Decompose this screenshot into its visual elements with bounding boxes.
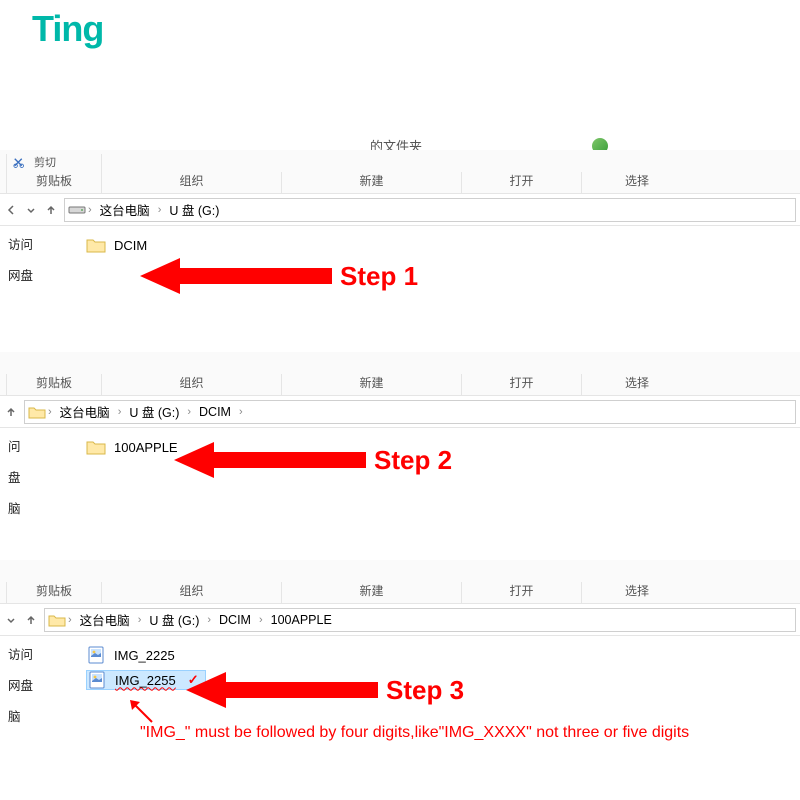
breadcrumb-box-3[interactable]: › 这台电脑 › U 盘 (G:) › DCIM › 100APPLE [44, 608, 796, 632]
navtree-3: 访问 网盘 脑 [0, 636, 62, 741]
folder-dcim[interactable]: DCIM [86, 236, 800, 254]
ribbon-1: 剪切 剪贴板 组织 新建 打开 选择 [0, 150, 800, 194]
crumb-dcim[interactable]: DCIM [193, 405, 237, 419]
file-img-2255[interactable]: IMG_2255 ✓ [86, 670, 206, 690]
ribbon-organize-label-3: 组织 [179, 584, 203, 598]
ribbon-open-label: 打开 [509, 174, 533, 188]
navtree-1: 访问 网盘 [0, 226, 62, 300]
ribbon-clipboard-label-3: 剪贴板 [36, 584, 72, 598]
breadcrumb-box-2[interactable]: › 这台电脑 › U 盘 (G:) › DCIM › [24, 400, 796, 424]
side-netdisk-3[interactable]: 网盘 [8, 675, 58, 694]
ribbon-open-label-2: 打开 [509, 376, 533, 390]
naming-rule-note: "IMG_" must be followed by four digits,l… [140, 724, 689, 742]
crumb-udisk[interactable]: U 盘 (G:) [163, 200, 225, 219]
folder-100apple[interactable]: 100APPLE [86, 438, 800, 456]
side-access[interactable]: 访问 [8, 234, 58, 253]
image-file-icon [86, 646, 106, 664]
crumb-thispc-3[interactable]: 这台电脑 [74, 610, 136, 629]
folder-icon [48, 611, 66, 629]
side-nao-3[interactable]: 脑 [8, 706, 58, 725]
nav-dropdown-3[interactable] [4, 613, 18, 627]
ribbon-select-label: 选择 [625, 174, 649, 188]
side-netdisk[interactable]: 网盘 [8, 265, 58, 284]
ribbon-organize-label: 组织 [179, 174, 203, 188]
address-bar-1: › 这台电脑 › U 盘 (G:) [0, 194, 800, 226]
ribbon-new-label: 新建 [359, 174, 383, 188]
ribbon-open-label-3: 打开 [509, 584, 533, 598]
ribbon-3: 剪贴板 组织 新建 打开 选择 [0, 560, 800, 604]
crumb-thispc-2[interactable]: 这台电脑 [54, 402, 116, 421]
address-bar-2: › 这台电脑 › U 盘 (G:) › DCIM › [0, 396, 800, 428]
crumb-thispc[interactable]: 这台电脑 [94, 200, 156, 219]
ribbon-clipboard-label-2: 剪贴板 [36, 376, 72, 390]
cut-icon [13, 157, 27, 167]
ribbon-select-label-2: 选择 [625, 376, 649, 390]
address-bar-3: › 这台电脑 › U 盘 (G:) › DCIM › 100APPLE [0, 604, 800, 636]
crumb-udisk-2[interactable]: U 盘 (G:) [123, 402, 185, 421]
ribbon-new-label-2: 新建 [359, 376, 383, 390]
side-access-3[interactable]: 访问 [8, 644, 58, 663]
crumb-udisk-3[interactable]: U 盘 (G:) [143, 610, 205, 629]
watermark-logo: Ting [32, 8, 103, 50]
file-img-2255-label: IMG_2255 [115, 673, 176, 688]
folder-icon [86, 236, 106, 254]
side-nao[interactable]: 脑 [8, 498, 58, 517]
folder-icon [86, 438, 106, 456]
ribbon-clipboard-label: 剪贴板 [36, 174, 72, 188]
file-img-2225[interactable]: IMG_2225 [86, 646, 800, 664]
red-check-icon: ✓ [188, 672, 199, 688]
nav-dropdown[interactable] [24, 203, 38, 217]
nav-up[interactable] [44, 203, 58, 217]
folder-dcim-label: DCIM [114, 238, 147, 253]
ribbon-select-label-3: 选择 [625, 584, 649, 598]
file-img-2225-label: IMG_2225 [114, 648, 175, 663]
ribbon-organize-label-2: 组织 [179, 376, 203, 390]
folder-icon [28, 403, 46, 421]
navtree-2: 问 盘 脑 [0, 428, 62, 533]
ribbon-new-label-3: 新建 [359, 584, 383, 598]
drive-icon [68, 201, 86, 219]
side-wen[interactable]: 问 [8, 436, 58, 455]
side-pan[interactable]: 盘 [8, 467, 58, 486]
folder-100apple-label: 100APPLE [114, 440, 178, 455]
nav-up-2[interactable] [4, 405, 18, 419]
nav-back[interactable] [4, 203, 18, 217]
crumb-dcim-3[interactable]: DCIM [213, 613, 257, 627]
ribbon-2: 剪贴板 组织 新建 打开 选择 [0, 352, 800, 396]
image-file-icon [87, 671, 107, 689]
crumb-100apple[interactable]: 100APPLE [265, 613, 338, 627]
nav-up-3[interactable] [24, 613, 38, 627]
breadcrumb-box[interactable]: › 这台电脑 › U 盘 (G:) [64, 198, 796, 222]
